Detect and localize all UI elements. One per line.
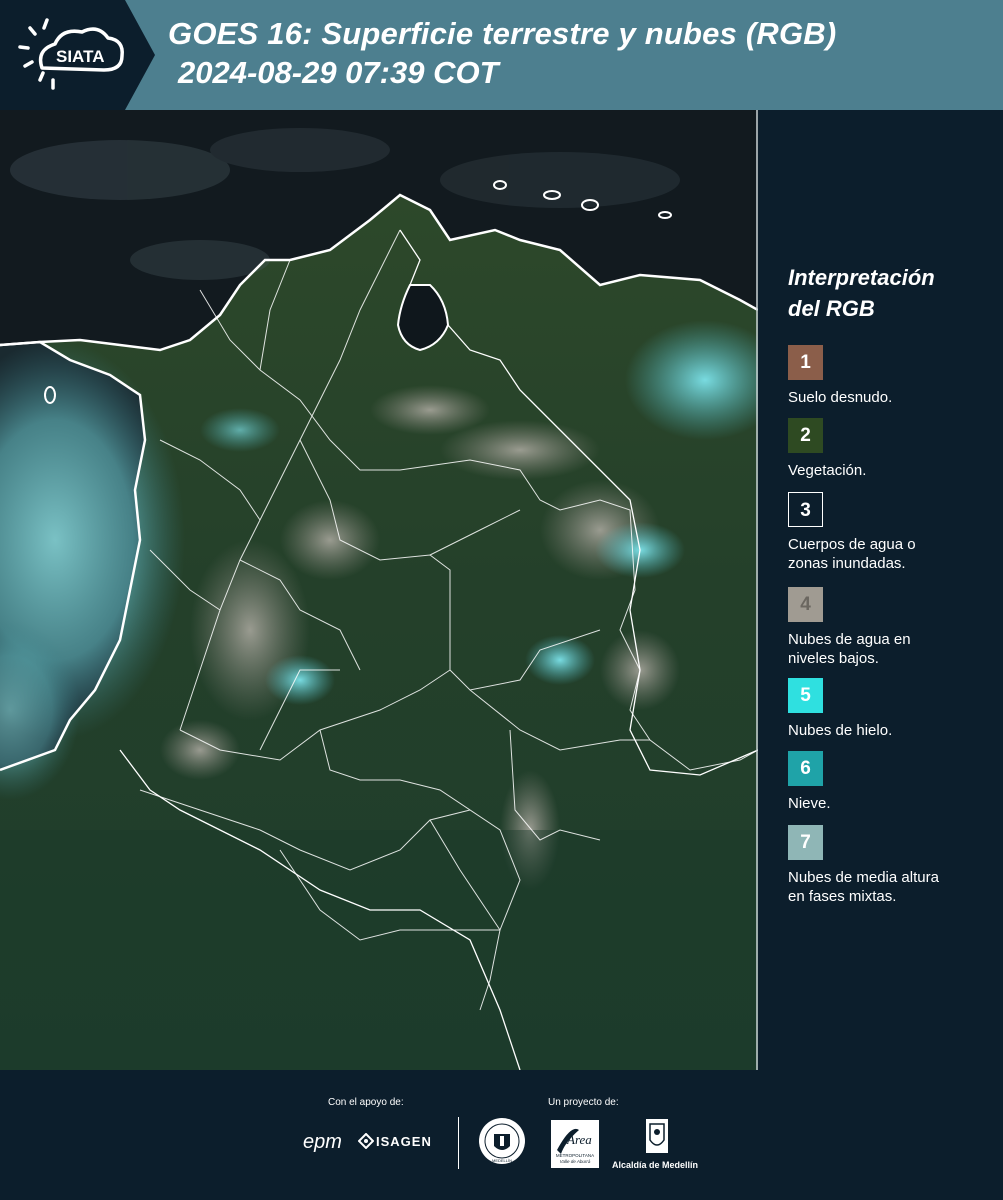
legend-title: Interpretación del RGB [788, 262, 988, 324]
legend-label-line1: Nubes de agua en [788, 631, 911, 648]
timestamp: 2024-08-29 07:39 COT [178, 55, 499, 90]
support-caption: Con el apoyo de: [328, 1097, 404, 1108]
legend-swatch: 1 [788, 345, 823, 380]
footer: Con el apoyo de: Un proyecto de: epm ISA… [0, 1070, 1003, 1200]
legend-label: Nubes de media altura en fases mixtas. [788, 868, 988, 906]
satellite-image [0, 110, 758, 1070]
project-caption: Un proyecto de: [548, 1097, 619, 1108]
footer-divider [458, 1117, 459, 1169]
area-word: Área [567, 1132, 592, 1147]
legend-label-line1: Nubes de media altura [788, 869, 939, 886]
header: SIATA GOES 16: Superficie terrestre y nu… [0, 0, 1003, 110]
legend-swatch: 6 [788, 751, 823, 786]
legend-label-line1: Cuerpos de agua o [788, 536, 916, 553]
page: SIATA GOES 16: Superficie terrestre y nu… [0, 0, 1003, 1200]
legend-label: Nubes de agua en niveles bajos. [788, 630, 988, 668]
alcaldia-shield-icon [645, 1118, 669, 1154]
legend-label: Nubes de hielo. [788, 722, 893, 739]
legend-swatch: 4 [788, 587, 823, 622]
legend-swatch: 3 [788, 492, 823, 527]
legend-swatch: 7 [788, 825, 823, 860]
isagen-icon [357, 1132, 375, 1150]
isagen-logo: ISAGEN [376, 1134, 432, 1149]
siata-logo: SIATA [0, 0, 155, 110]
legend-label: Vegetación. [788, 462, 867, 479]
rgb-legend: Interpretación del RGB [788, 262, 988, 324]
legend-label-line2: en fases mixtas. [788, 888, 897, 905]
legend-title-line1: Interpretación [788, 265, 935, 290]
alcaldia-label: Alcaldía de Medellín [612, 1160, 699, 1170]
area-metropolitana-logo: Área METROPOLITANA Valle de Aburrá [551, 1120, 599, 1168]
legend-swatch: 5 [788, 678, 823, 713]
medellin-seal-text: MEDELLÍN [491, 1158, 512, 1163]
area-sub2: Valle de Aburrá [559, 1159, 591, 1164]
legend-label: Nieve. [788, 795, 831, 812]
legend-label: Suelo desnudo. [788, 389, 893, 406]
page-title: GOES 16: Superficie terrestre y nubes (R… [168, 16, 837, 51]
epm-logo: epm [303, 1131, 342, 1153]
legend-label: Cuerpos de agua o zonas inundadas. [788, 535, 988, 573]
satellite-map [0, 110, 758, 1070]
legend-label-line2: niveles bajos. [788, 650, 879, 667]
legend-label-line2: zonas inundadas. [788, 555, 906, 572]
area-sub1: METROPOLITANA [555, 1153, 595, 1158]
siata-logo-text: SIATA [56, 47, 104, 66]
legend-swatch: 2 [788, 418, 823, 453]
legend-title-line2: del RGB [788, 296, 875, 321]
